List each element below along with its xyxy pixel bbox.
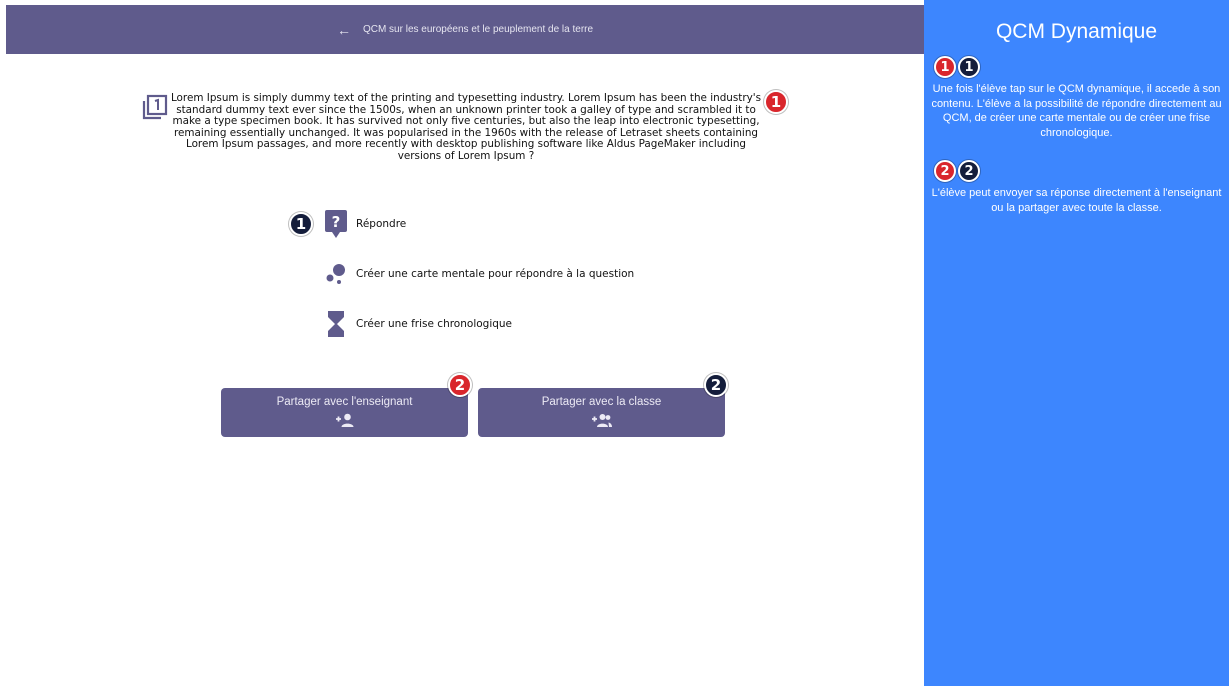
timeline-option[interactable]: Créer une frise chronologique [324, 310, 512, 338]
mindmap-label: Créer une carte mentale pour répondre à … [356, 268, 635, 280]
sidebar-badge-2-red: 2 [934, 160, 956, 182]
sidebar-badge-2-navy: 2 [958, 160, 980, 182]
annotation-badge-2-red: 2 [448, 373, 472, 397]
share-teacher-label: Partager avec l'enseignant [276, 395, 413, 408]
sidebar-step1-text: Une fois l'élève tap sur le QCM dynamiqu… [931, 83, 1222, 139]
svg-text:?: ? [332, 213, 341, 231]
bubble-chart-icon [324, 260, 348, 288]
sidebar-step2-text: L'élève peut envoyer sa réponse directem… [931, 187, 1222, 214]
share-teacher-button[interactable]: Partager avec l'enseignant [221, 388, 468, 437]
timeline-label: Créer une frise chronologique [356, 318, 513, 330]
sidebar-panel: QCM Dynamique 1 1 Une fois l'élève tap s… [924, 0, 1229, 686]
mindmap-option[interactable]: Créer une carte mentale pour répondre à … [324, 260, 634, 288]
question-text: Lorem Ipsum is simply dummy text of the … [170, 92, 762, 162]
top-bar: ← QCM sur les européens et le peuplement… [6, 5, 924, 54]
main-panel: ← QCM sur les européens et le peuplement… [6, 5, 924, 686]
answer-label: Répondre [356, 218, 407, 230]
help-bubble-icon: ? [324, 210, 348, 238]
annotation-badge-1-navy: 1 [289, 212, 313, 236]
hourglass-icon [324, 310, 348, 338]
annotation-badge-2-navy: 2 [704, 373, 728, 397]
annotation-badge-1-red: 1 [764, 90, 788, 114]
group-add-icon [591, 413, 613, 430]
back-arrow-icon[interactable]: ← [337, 22, 351, 38]
answer-option[interactable]: ? Répondre [324, 210, 406, 238]
sidebar-step2-badges: 2 2 [934, 160, 982, 182]
sidebar-badge-1-navy: 1 [958, 56, 980, 78]
sidebar-step1-badges: 1 1 [934, 56, 982, 78]
page-title: QCM sur les européens et le peuplement d… [362, 24, 594, 35]
sidebar-badge-1-red: 1 [934, 56, 956, 78]
person-add-icon [335, 413, 355, 430]
sidebar-title: QCM Dynamique [995, 20, 1158, 43]
share-class-label: Partager avec la classe [541, 395, 662, 408]
share-class-button[interactable]: Partager avec la classe [478, 388, 725, 437]
